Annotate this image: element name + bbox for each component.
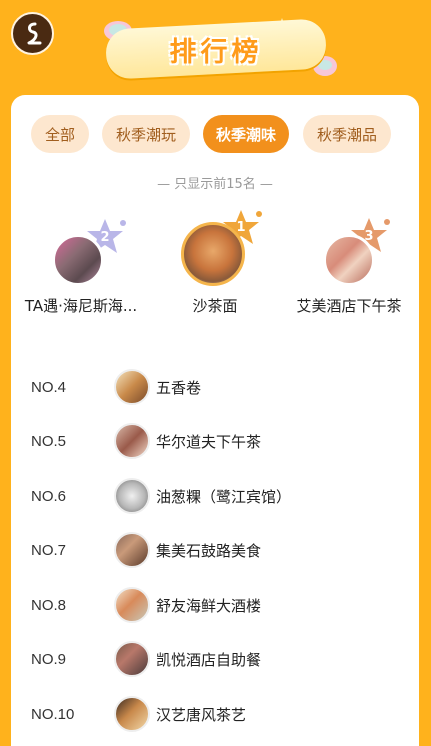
item-thumbnail [114, 532, 150, 568]
item-thumbnail [114, 641, 150, 677]
item-thumbnail [114, 478, 150, 514]
item-thumbnail [114, 696, 150, 732]
rank-label: NO.10 [31, 705, 75, 723]
item-name: 汉艺唐风茶艺 [156, 705, 247, 724]
podium-label: 艾美酒店下午茶 [296, 297, 402, 315]
podium-label: TA遇·海尼斯海... [24, 297, 138, 315]
podium-image [323, 234, 375, 286]
rank-label: NO.4 [31, 378, 67, 396]
rank-label: NO.5 [31, 432, 67, 450]
page-title: 排行榜 [169, 37, 263, 68]
item-name: 华尔道夫下午茶 [156, 432, 262, 451]
back-icon [27, 22, 41, 44]
item-name: 凯悦酒店自助餐 [156, 650, 262, 669]
ranking-card: 全部 秋季潮玩 秋季潮味 秋季潮品 — 只显示前15名 — 2 TA遇·海尼斯海… [11, 95, 419, 746]
top15-hint: — 只显示前15名 — [157, 177, 273, 192]
tab-autumn-taste[interactable]: 秋季潮味 [203, 115, 289, 153]
list-item[interactable]: NO.8 舒友海鲜大酒楼 [11, 585, 419, 625]
item-name: 五香卷 [156, 378, 202, 397]
back-button[interactable] [11, 12, 54, 55]
rank-label: NO.6 [31, 487, 67, 505]
list-item[interactable]: NO.9 凯悦酒店自助餐 [11, 639, 419, 679]
tab-all[interactable]: 全部 [31, 115, 89, 153]
item-thumbnail [114, 423, 150, 459]
list-item[interactable]: NO.4 五香卷 [11, 367, 419, 407]
rank-label: NO.7 [31, 541, 67, 559]
tab-autumn-goods[interactable]: 秋季潮品 [303, 115, 391, 153]
item-thumbnail [114, 369, 150, 405]
category-tabs: 全部 秋季潮玩 秋季潮味 秋季潮品 [11, 115, 419, 153]
list-item[interactable]: NO.6 油葱粿（鹭江宾馆） [11, 476, 419, 516]
podium-label: 沙茶面 [192, 297, 238, 315]
rank-label: NO.8 [31, 596, 67, 614]
item-thumbnail [114, 587, 150, 623]
list-item[interactable]: NO.7 集美石鼓路美食 [11, 530, 419, 570]
list-item[interactable]: NO.5 华尔道夫下午茶 [11, 421, 419, 461]
title-banner: 排行榜 [88, 12, 344, 84]
list-item[interactable]: NO.10 汉艺唐风茶艺 [11, 694, 419, 734]
podium-image [52, 234, 104, 286]
podium-image [181, 222, 245, 286]
tab-autumn-play[interactable]: 秋季潮玩 [102, 115, 190, 153]
item-name: 油葱粿（鹭江宾馆） [156, 487, 292, 506]
item-name: 集美石鼓路美食 [156, 541, 262, 560]
item-name: 舒友海鲜大酒楼 [156, 596, 262, 615]
rank-label: NO.9 [31, 650, 67, 668]
